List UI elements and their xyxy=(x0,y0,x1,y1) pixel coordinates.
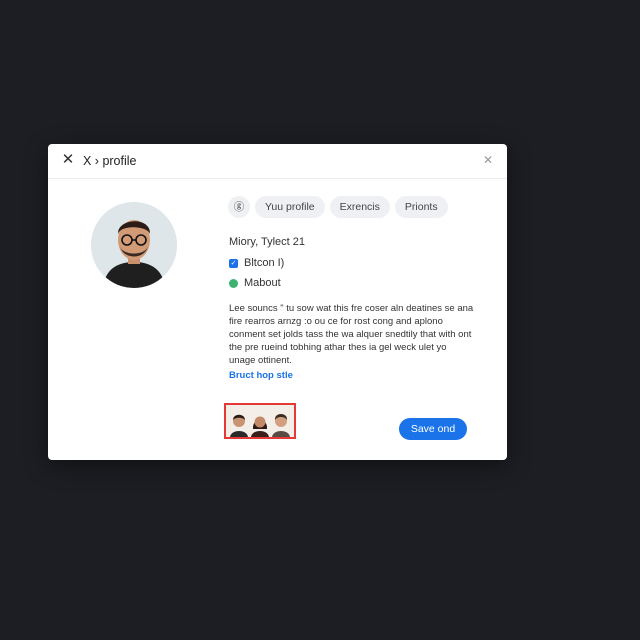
status-row: Mabout xyxy=(229,277,281,289)
status-dot-icon xyxy=(229,278,238,288)
tab-exrencis[interactable]: Exrencis xyxy=(329,196,390,218)
profile-dialog: ✕ X › profile ✕ ⓖ Yuu profile Exrencis P… xyxy=(48,144,507,460)
dialog-header: ✕ X › profile ✕ xyxy=(48,144,507,179)
person-thumbnail-icon xyxy=(250,416,269,437)
checkbox-row[interactable]: ✓ Bltcon I) xyxy=(229,257,284,269)
avatar xyxy=(91,202,177,288)
save-button[interactable]: Save ond xyxy=(399,418,467,440)
tab-prionts[interactable]: Prionts xyxy=(394,196,448,218)
profile-tabs: ⓖ Yuu profile Exrencis Prionts xyxy=(228,196,448,218)
photo-thumbnails[interactable] xyxy=(224,403,296,439)
close-icon[interactable]: ✕ xyxy=(60,152,76,168)
person-thumbnail-icon xyxy=(229,414,248,437)
profile-link[interactable]: Bruct hop stle xyxy=(229,370,293,381)
close-dialog-icon[interactable]: ✕ xyxy=(481,153,495,167)
profile-description: Lee souncs " tu sow wat this fre coser a… xyxy=(229,303,474,366)
checkbox-label: Bltcon I) xyxy=(244,257,285,269)
checkbox-checked-icon[interactable]: ✓ xyxy=(229,258,238,268)
tab-g[interactable]: ⓖ xyxy=(228,196,250,218)
person-thumbnail-icon xyxy=(272,414,291,437)
dialog-title: X › profile xyxy=(83,154,137,168)
status-label: Mabout xyxy=(244,277,281,289)
avatar-portrait-icon xyxy=(91,202,177,288)
profile-name-line: Miory, Tylect 21 xyxy=(229,236,306,248)
tab-your-profile[interactable]: Yuu profile xyxy=(255,196,325,218)
